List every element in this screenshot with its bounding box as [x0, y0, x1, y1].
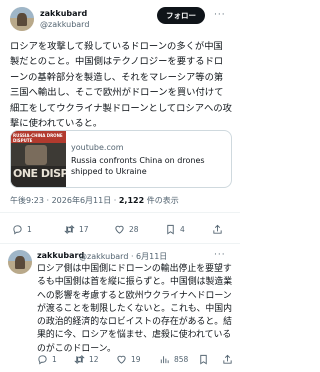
timestamp[interactable]: 午後9:23 · 2026年6月11日 · [10, 196, 119, 205]
author-handle[interactable]: @zakkubard [40, 20, 89, 29]
reply-text: ロシア側は中国側にドローンの輸出停止を要望するも中国側は首を縦に振らずと。中国側… [37, 264, 233, 354]
bookmark-button[interactable] [198, 354, 213, 365]
view-count: 858 [174, 355, 189, 364]
tweet-text: ロシアを攻撃して殺しているドローンの多くが中国製だとのこと。中国側はテクノロジー… [10, 41, 232, 130]
card-domain: youtube.com [71, 143, 124, 152]
like-count: 28 [129, 225, 139, 234]
reply-count: 1 [27, 225, 32, 234]
share-button[interactable] [212, 224, 227, 235]
retweet-icon [74, 355, 85, 364]
like-button[interactable]: 19 [116, 354, 141, 365]
card-title: Russia confronts China on drones shipped… [71, 156, 205, 176]
divider [0, 243, 240, 244]
bookmark-icon [200, 354, 207, 365]
retweet-count: 12 [89, 355, 99, 364]
reply-button[interactable]: 1 [12, 224, 32, 235]
link-card[interactable]: RUSSIA-CHINA DRONE DISPUTE ONE DISPU you… [10, 130, 232, 188]
retweet-count: 17 [79, 225, 89, 234]
bookmark-button[interactable]: 4 [165, 224, 185, 235]
view-label: 件の表示 [144, 196, 179, 205]
reply-icon [38, 355, 47, 365]
reply-icon [13, 225, 22, 235]
reply-author-handle[interactable]: @zakkubard · 6月11日 [79, 251, 167, 262]
video-thumbnail[interactable]: RUSSIA-CHINA DRONE DISPUTE ONE DISPU [11, 131, 66, 187]
reply-author-name[interactable]: zakkubard [37, 251, 84, 260]
bookmark-count: 4 [180, 225, 185, 234]
reply-button[interactable]: 1 [37, 354, 57, 365]
follow-button[interactable]: フォロー [157, 7, 205, 24]
retweet-button[interactable]: 17 [64, 224, 89, 235]
retweet-icon [64, 225, 75, 234]
like-count: 19 [131, 355, 141, 364]
avatar[interactable] [8, 250, 32, 274]
share-icon [223, 354, 232, 364]
heart-icon [117, 355, 126, 364]
divider [0, 212, 240, 213]
more-options-icon[interactable]: ··· [214, 10, 226, 20]
like-button[interactable]: 28 [114, 224, 139, 235]
thumbnail-overlay-text: ONE DISPU [13, 167, 66, 180]
heart-icon [115, 225, 124, 234]
bookmark-icon [167, 224, 174, 235]
reply-count: 1 [52, 355, 57, 364]
view-count: 2,122 [118, 196, 145, 205]
retweet-button[interactable]: 12 [74, 354, 99, 365]
views-button[interactable]: 858 [159, 354, 188, 365]
author-name[interactable]: zakkubard [40, 9, 87, 18]
thumbnail-caption: RUSSIA-CHINA DRONE DISPUTE [11, 131, 66, 143]
share-icon [213, 224, 222, 234]
more-options-icon[interactable]: ··· [214, 250, 226, 260]
share-button[interactable] [222, 354, 237, 365]
avatar[interactable] [10, 7, 34, 31]
analytics-icon [160, 356, 169, 364]
tweet-metadata: 午後9:23 · 2026年6月11日 · 2,122 件の表示 [10, 195, 179, 206]
